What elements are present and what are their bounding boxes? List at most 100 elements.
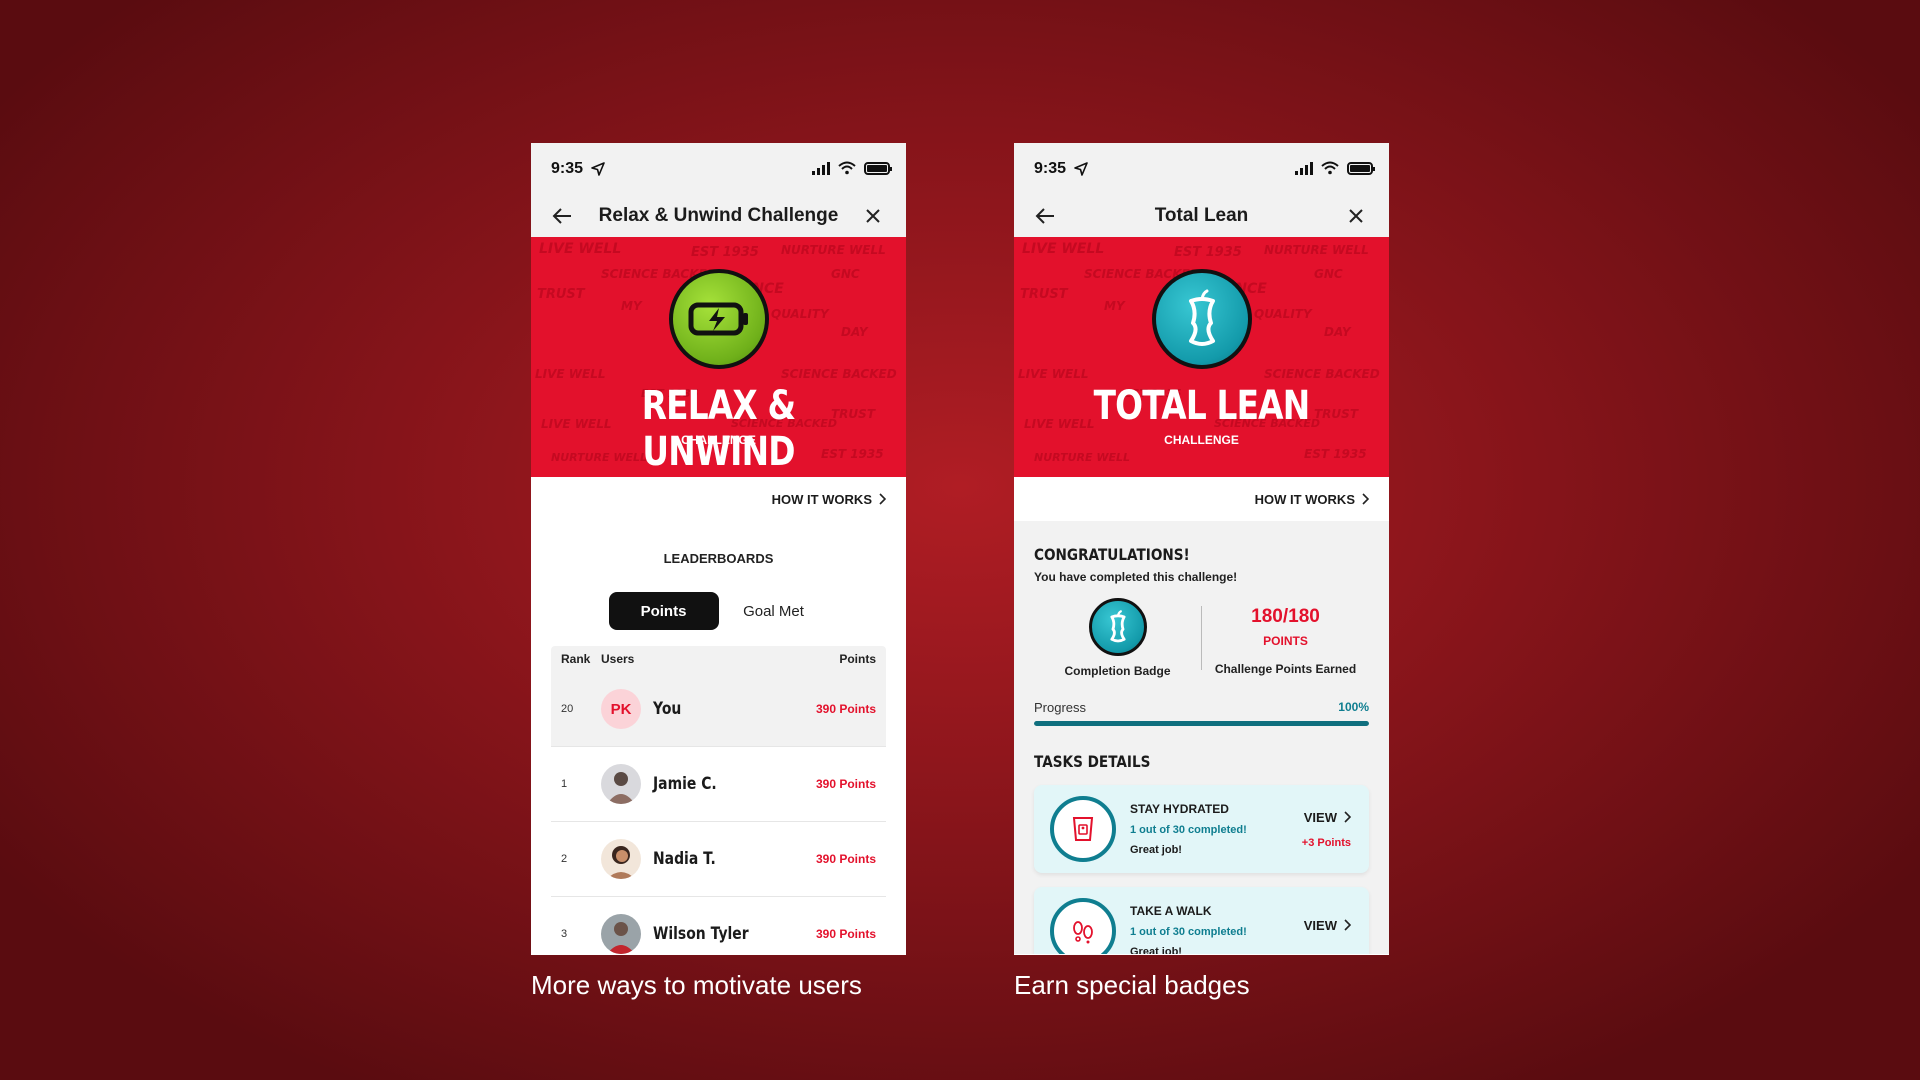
task-view-label: VIEW [1303,809,1337,825]
banner-title: RELAX & UNWIND [641,383,796,475]
status-time: 9:35 [551,160,584,177]
pattern-word: GNC [831,267,860,281]
table-row[interactable]: 2 Nadia T. 390 Points [551,822,886,897]
status-bar: 9:35 [1014,143,1389,195]
banner-title: TOTAL LEAN [1093,383,1311,429]
phone-screen-leaderboard: 9:35 Relax & Unwind Challenge LIVE WELL S… [531,143,906,955]
chevron-right-icon [1344,811,1351,823]
row-points: 390 Points [815,702,876,716]
task-view-button[interactable]: VIEW [1304,810,1351,825]
pattern-word: LIVE WELL [539,241,622,257]
table-row[interactable]: 3 Wilson Tyler 390 Points [551,897,886,955]
location-arrow-icon [591,162,605,176]
user-photo-icon [601,839,641,879]
task-view-button[interactable]: VIEW [1304,918,1351,933]
avatar-initials: PK [610,700,632,718]
task-info: TAKE A WALK 1 out of 30 completed! Great… [1130,904,1304,954]
status-bar: 9:35 [531,143,906,195]
task-name: STAY HYDRATED [1130,802,1229,816]
task-note: Great job! [1130,844,1182,856]
close-icon[interactable] [862,205,884,227]
how-it-works-label: HOW IT WORKS [1254,491,1355,507]
pattern-word: NURTURE WELL [781,243,886,257]
wifi-icon [1321,161,1339,175]
apple-core-icon [1109,610,1126,643]
pattern-word: MY [1104,299,1125,313]
row-points: 390 Points [815,852,876,866]
column-rank: Rank [561,652,591,666]
challenge-banner: LIVE WELL SCIENCE BACKED EST 1935 NURTURE W… [531,237,906,477]
task-note: Great job! [1130,946,1182,954]
completion-badge-block: Completion Badge [1034,598,1201,678]
progress-row: Progress 100% [1034,700,1369,715]
pattern-word: MY [621,299,642,313]
battery-icon [864,161,892,175]
pattern-word: DAY [1324,325,1351,339]
pattern-word: TRUST [537,287,585,302]
pattern-word: NURTURE WELL [1034,451,1131,464]
table-row[interactable]: 20 PK You 390 Points [551,672,886,747]
apple-core-icon [1188,289,1215,346]
nav-header: Total Lean [1014,195,1389,237]
back-arrow-icon[interactable] [1034,205,1056,227]
column-users: Users [601,652,635,666]
page-title: Relax & Unwind Challenge [598,205,839,226]
task-info: STAY HYDRATED 1 out of 30 completed! Gre… [1130,802,1302,856]
pattern-word: EST 1935 [1174,245,1242,260]
banner-subtitle: CHALLENGE [1164,433,1239,447]
task-card[interactable]: STAY HYDRATED 1 out of 30 completed! Gre… [1034,785,1369,873]
wifi-icon [838,161,856,175]
tab-points[interactable]: Points [608,592,719,630]
how-it-works-link[interactable]: HOW IT WORKS [1014,477,1389,521]
banner-subtitle: CHALLENGE [681,433,756,447]
task-actions: VIEW +3 Points [1302,810,1351,849]
row-rank: 20 [561,703,574,715]
row-user-name: Nadia T. [653,849,716,869]
pattern-word: EST 1935 [1304,447,1367,461]
task-icon-ring [1050,898,1116,954]
pattern-word: NURTURE WELL [1264,243,1369,257]
pattern-word: SCIENCE BACKED [781,367,897,381]
page-title: Total Lean [1154,205,1249,226]
chevron-right-icon [879,493,886,505]
location-arrow-icon [1074,162,1088,176]
row-points: 390 Points [815,777,876,791]
footprints-icon [1073,921,1093,944]
avatar [601,914,641,954]
tab-goal-met[interactable]: Goal Met [718,592,829,630]
task-bonus-points: +3 Points [1301,836,1351,849]
signal-icon [812,161,830,175]
chevron-right-icon [1344,919,1351,931]
phone-screen-badges: 9:35 Total Lean LIVE WELL SCIENCE BACKED E… [1014,143,1389,955]
avatar [601,764,641,804]
user-photo-icon [601,764,641,804]
avatar: PK [601,689,641,729]
table-row[interactable]: 1 Jamie C. 390 Points [551,747,886,822]
status-time: 9:35 [1034,160,1067,177]
points-earned-label: Challenge Points Earned [1214,662,1357,676]
pattern-word: QUALITY [1254,307,1312,321]
close-icon[interactable] [1345,205,1367,227]
table-header: Rank Users Points [551,646,886,672]
challenge-badge [1151,269,1252,369]
row-rank: 3 [561,928,568,940]
task-card[interactable]: TAKE A WALK 1 out of 30 completed! Great… [1034,887,1369,954]
progress-label: Progress [1034,700,1087,715]
signal-icon [1295,161,1313,175]
leaderboards-title: LEADERBOARDS [663,551,774,566]
challenge-badge [668,269,769,369]
task-actions: VIEW [1304,918,1351,945]
congrats-subtitle: You have completed this challenge! [1034,570,1238,584]
column-points: Points [839,652,876,666]
points-score: 180/180 [1251,606,1320,627]
pattern-word: TRUST [1020,287,1068,302]
back-arrow-icon[interactable] [551,205,573,227]
task-name: TAKE A WALK [1130,904,1212,918]
achievement-summary: Completion Badge 180/180 POINTS Challeng… [1034,598,1369,678]
row-points: 390 Points [815,927,876,941]
challenge-banner: LIVE WELL SCIENCE BACKED EST 1935 NURTURE W… [1014,237,1389,477]
progress-bar [1034,721,1369,726]
how-it-works-link[interactable]: HOW IT WORKS [531,477,906,521]
pattern-word: QUALITY [771,307,829,321]
cup-icon [1072,817,1094,841]
